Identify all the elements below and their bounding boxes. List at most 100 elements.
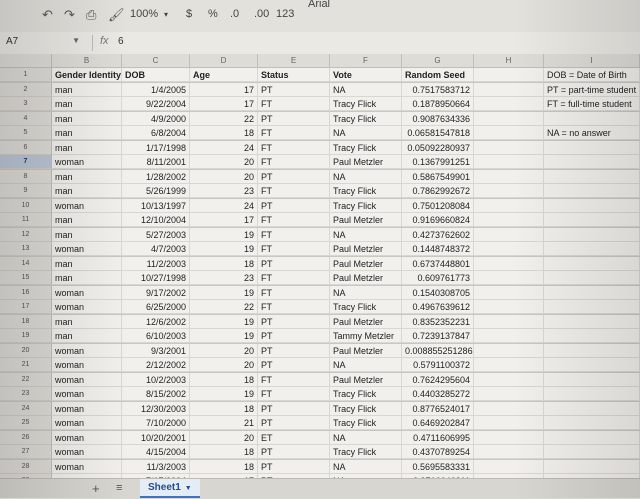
random-seed-cell[interactable]: 0.1367991251 [402,155,474,169]
number-format-button[interactable]: 123 [276,8,294,20]
empty-cell[interactable] [474,314,544,329]
gender-cell[interactable]: woman [52,445,122,459]
font-select[interactable]: Arial [308,0,330,10]
random-seed-cell[interactable]: 0.8352352231 [402,314,474,329]
dob-cell[interactable]: 4/7/2003 [122,242,190,256]
row-number[interactable]: 27 [0,445,52,459]
status-cell[interactable]: PT [258,358,330,372]
empty-cell[interactable] [474,387,544,401]
age-cell[interactable]: 20 [190,430,258,445]
row-number[interactable]: 3 [0,97,52,111]
dob-cell[interactable]: 11/2/2003 [122,256,190,271]
legend-cell[interactable] [544,198,640,213]
gender-cell[interactable]: man [52,256,122,271]
header-cell[interactable]: Vote [330,68,402,82]
age-cell[interactable]: 18 [190,401,258,416]
empty-cell[interactable] [474,372,544,387]
age-cell[interactable]: 18 [190,445,258,459]
gender-cell[interactable]: woman [52,430,122,445]
gender-cell[interactable]: woman [52,358,122,372]
age-cell[interactable]: 20 [190,358,258,372]
row-number[interactable]: 23 [0,387,52,401]
status-cell[interactable]: ET [258,430,330,445]
age-cell[interactable]: 19 [190,285,258,300]
gender-cell[interactable]: man [52,97,122,111]
empty-cell[interactable] [474,82,544,97]
age-cell[interactable]: 18 [190,459,258,474]
status-cell[interactable]: PT [258,198,330,213]
status-cell[interactable]: PT [258,111,330,126]
legend-cell[interactable] [544,213,640,227]
dob-cell[interactable]: 10/20/2001 [122,430,190,445]
row-number[interactable]: 10 [0,198,52,213]
legend-cell[interactable] [544,285,640,300]
vote-cell[interactable]: NA [330,459,402,474]
dob-cell[interactable]: 12/6/2002 [122,314,190,329]
vote-cell[interactable]: NA [330,169,402,184]
vote-cell[interactable]: Tracy Flick [330,111,402,126]
legend-cell[interactable] [544,271,640,285]
dob-cell[interactable]: 9/17/2002 [122,285,190,300]
status-cell[interactable]: PT [258,445,330,459]
age-cell[interactable]: 24 [190,140,258,155]
vote-cell[interactable]: Tracy Flick [330,140,402,155]
age-cell[interactable]: 19 [190,242,258,256]
random-seed-cell[interactable]: 0.7239137847 [402,329,474,343]
dob-cell[interactable]: 9/22/2004 [122,97,190,111]
status-cell[interactable]: PT [258,329,330,343]
header-cell[interactable]: Status [258,68,330,82]
dob-cell[interactable]: 5/26/1999 [122,184,190,198]
legend-cell[interactable] [544,358,640,372]
vote-cell[interactable]: Paul Metzler [330,155,402,169]
vote-cell[interactable]: NA [330,285,402,300]
gender-cell[interactable]: woman [52,416,122,430]
age-cell[interactable]: 17 [190,213,258,227]
legend-cell[interactable] [544,300,640,314]
dob-cell[interactable]: 1/4/2005 [122,82,190,97]
legend-cell[interactable] [544,459,640,474]
random-seed-cell[interactable]: 0.7624295604 [402,372,474,387]
status-cell[interactable]: PT [258,343,330,358]
empty-cell[interactable] [474,459,544,474]
empty-cell[interactable] [474,430,544,445]
dob-cell[interactable]: 6/10/2003 [122,329,190,343]
vote-cell[interactable]: Paul Metzler [330,271,402,285]
random-seed-cell[interactable]: 0.1540308705 [402,285,474,300]
sheet-tab[interactable]: Sheet1 ▼ [140,479,200,498]
legend-cell[interactable] [544,372,640,387]
status-cell[interactable]: PT [258,416,330,430]
gender-cell[interactable]: woman [52,459,122,474]
vote-cell[interactable]: Paul Metzler [330,242,402,256]
column-header-c[interactable]: C [122,54,190,68]
legend-cell[interactable] [544,416,640,430]
empty-cell[interactable] [474,169,544,184]
empty-cell[interactable] [474,198,544,213]
dob-cell[interactable]: 6/8/2004 [122,126,190,140]
random-seed-cell[interactable]: 0.1448748372 [402,242,474,256]
column-header-i[interactable]: I [544,54,640,68]
print-icon[interactable]: ⎙ [86,7,96,23]
empty-cell[interactable] [474,445,544,459]
random-seed-cell[interactable]: 0.4273762602 [402,227,474,242]
age-cell[interactable]: 19 [190,329,258,343]
age-cell[interactable]: 17 [190,97,258,111]
random-seed-cell[interactable]: 0.5695583331 [402,459,474,474]
empty-cell[interactable] [474,140,544,155]
redo-icon[interactable]: ↷ [64,7,75,23]
empty-cell[interactable] [474,97,544,111]
increase-decimal-button[interactable]: .00 [254,8,269,20]
status-cell[interactable]: PT [258,401,330,416]
age-cell[interactable]: 20 [190,169,258,184]
formula-input[interactable]: 6 [118,36,124,47]
legend-cell[interactable]: FT = full-time student [544,97,640,111]
legend-cell[interactable] [544,430,640,445]
status-cell[interactable]: FT [258,271,330,285]
vote-cell[interactable]: Tracy Flick [330,97,402,111]
status-cell[interactable]: FT [258,155,330,169]
dob-cell[interactable]: 5/27/2003 [122,227,190,242]
age-cell[interactable]: 19 [190,387,258,401]
random-seed-cell[interactable]: 0.4711606995 [402,430,474,445]
row-number[interactable]: 8 [0,169,52,184]
legend-cell[interactable] [544,256,640,271]
dob-cell[interactable]: 12/30/2003 [122,401,190,416]
